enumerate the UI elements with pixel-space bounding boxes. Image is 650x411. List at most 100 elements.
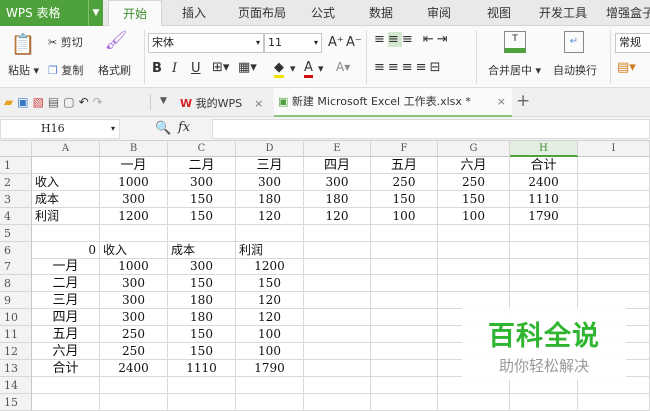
cell-E9[interactable] <box>304 292 371 310</box>
cell-B8[interactable]: 300 <box>100 275 168 293</box>
cell-G9[interactable] <box>438 292 510 310</box>
bold-button[interactable]: B <box>152 61 162 76</box>
cell-A12[interactable]: 六月 <box>32 342 100 360</box>
cell-B9[interactable]: 300 <box>100 292 168 310</box>
cell-F11[interactable] <box>371 326 438 343</box>
cell-A14[interactable] <box>32 376 100 394</box>
doc-tab-my-wps[interactable]: W 我的WPS × <box>180 95 263 111</box>
cell-H15[interactable] <box>510 393 578 411</box>
cell-D12[interactable]: 100 <box>236 342 304 360</box>
cell-D6[interactable]: 利润 <box>236 241 304 259</box>
cell-I6[interactable] <box>578 241 650 259</box>
cell-I2[interactable] <box>578 173 650 191</box>
cell-G8[interactable] <box>438 275 510 293</box>
cell-D13[interactable]: 1790 <box>236 359 304 377</box>
fx-icon[interactable]: fx <box>178 120 190 135</box>
cell-E14[interactable] <box>304 376 371 394</box>
cell-C4[interactable]: 150 <box>168 207 236 225</box>
horizontal-align-icons[interactable]: ≡≡≡≡⊟ <box>374 60 443 75</box>
cell-B15[interactable] <box>100 393 168 411</box>
name-box[interactable]: H16 ▾ <box>0 119 120 139</box>
cell-B7[interactable]: 1000 <box>100 258 168 276</box>
cell-H5[interactable] <box>510 224 578 242</box>
cell-B10[interactable]: 300 <box>100 309 168 327</box>
new-tab-plus-icon[interactable]: + <box>516 91 530 111</box>
cell-G1[interactable]: 六月 <box>438 157 510 174</box>
column-header-D[interactable]: D <box>236 141 304 157</box>
cell-D5[interactable] <box>236 224 304 242</box>
cell-E3[interactable]: 180 <box>304 190 371 208</box>
close-icon[interactable]: × <box>254 97 263 110</box>
cell-A4[interactable]: 利润 <box>32 207 100 225</box>
cell-B1[interactable]: 一月 <box>100 157 168 174</box>
conditional-format-icon[interactable]: ▤▾ <box>617 60 636 75</box>
print-icon[interactable]: ▤ <box>48 95 63 109</box>
cell-E10[interactable] <box>304 309 371 327</box>
cell-B13[interactable]: 2400 <box>100 359 168 377</box>
cell-F9[interactable] <box>371 292 438 310</box>
borders-icon[interactable]: ⊞▾ <box>212 60 229 75</box>
column-header-G[interactable]: G <box>438 141 510 157</box>
cell-H8[interactable] <box>510 275 578 293</box>
chevron-down-icon[interactable]: ▾ <box>318 62 324 75</box>
font-size-select[interactable]: 11 ▾ <box>264 33 322 53</box>
cell-F14[interactable] <box>371 376 438 394</box>
font-color-icon[interactable]: A <box>304 60 313 78</box>
decrease-font-icon[interactable]: A⁻ <box>346 35 362 50</box>
cell-B4[interactable]: 1200 <box>100 207 168 225</box>
row-header-15[interactable]: 15 <box>0 393 32 411</box>
row-header-12[interactable]: 12 <box>0 342 32 360</box>
column-header-H[interactable]: H <box>510 141 578 157</box>
cell-C9[interactable]: 180 <box>168 292 236 310</box>
cell-A11[interactable]: 五月 <box>32 326 100 343</box>
cell-I9[interactable] <box>578 292 650 310</box>
column-header-A[interactable]: A <box>32 141 100 157</box>
cell-G3[interactable]: 150 <box>438 190 510 208</box>
cell-C15[interactable] <box>168 393 236 411</box>
row-header-10[interactable]: 10 <box>0 309 32 327</box>
cell-C11[interactable]: 150 <box>168 326 236 343</box>
cell-A2[interactable]: 收入 <box>32 173 100 191</box>
cell-D1[interactable]: 三月 <box>236 157 304 174</box>
cell-G7[interactable] <box>438 258 510 276</box>
cell-D8[interactable]: 150 <box>236 275 304 293</box>
cell-F4[interactable]: 100 <box>371 207 438 225</box>
cell-C1[interactable]: 二月 <box>168 157 236 174</box>
italic-button[interactable]: I <box>172 61 177 76</box>
row-header-11[interactable]: 11 <box>0 326 32 343</box>
paste-icon[interactable]: 📋 <box>10 32 36 58</box>
row-header-6[interactable]: 6 <box>0 241 32 259</box>
row-header-7[interactable]: 7 <box>0 258 32 276</box>
cell-I5[interactable] <box>578 224 650 242</box>
cell-D11[interactable]: 100 <box>236 326 304 343</box>
cell-F7[interactable] <box>371 258 438 276</box>
cell-C6[interactable]: 成本 <box>168 241 236 259</box>
font-name-select[interactable]: 宋体 ▾ <box>148 33 264 53</box>
cell-E7[interactable] <box>304 258 371 276</box>
cell-A15[interactable] <box>32 393 100 411</box>
tab-0[interactable]: 开始 <box>108 0 162 27</box>
cell-C7[interactable]: 300 <box>168 258 236 276</box>
tab-7[interactable]: 开发工具 <box>530 0 596 26</box>
cell-H7[interactable] <box>510 258 578 276</box>
cell-F8[interactable] <box>371 275 438 293</box>
cell-A1[interactable] <box>32 157 100 174</box>
cell-D7[interactable]: 1200 <box>236 258 304 276</box>
cell-E13[interactable] <box>304 359 371 377</box>
column-header-I[interactable]: I <box>578 141 650 157</box>
close-icon[interactable]: × <box>497 88 506 116</box>
cell-A3[interactable]: 成本 <box>32 190 100 208</box>
cell-A9[interactable]: 三月 <box>32 292 100 310</box>
cell-C5[interactable] <box>168 224 236 242</box>
open-icon[interactable]: ▰ <box>4 95 17 109</box>
cell-C10[interactable]: 180 <box>168 309 236 327</box>
cell-G4[interactable]: 100 <box>438 207 510 225</box>
tab-2[interactable]: 页面布局 <box>228 0 296 26</box>
cell-E15[interactable] <box>304 393 371 411</box>
paste-button[interactable]: 粘贴 ▾ <box>8 62 39 78</box>
row-header-2[interactable]: 2 <box>0 173 32 191</box>
cell-H4[interactable]: 1790 <box>510 207 578 225</box>
wps-app-menu-button[interactable]: WPS 表格 ▼ <box>0 0 103 26</box>
cell-F3[interactable]: 150 <box>371 190 438 208</box>
cell-F15[interactable] <box>371 393 438 411</box>
